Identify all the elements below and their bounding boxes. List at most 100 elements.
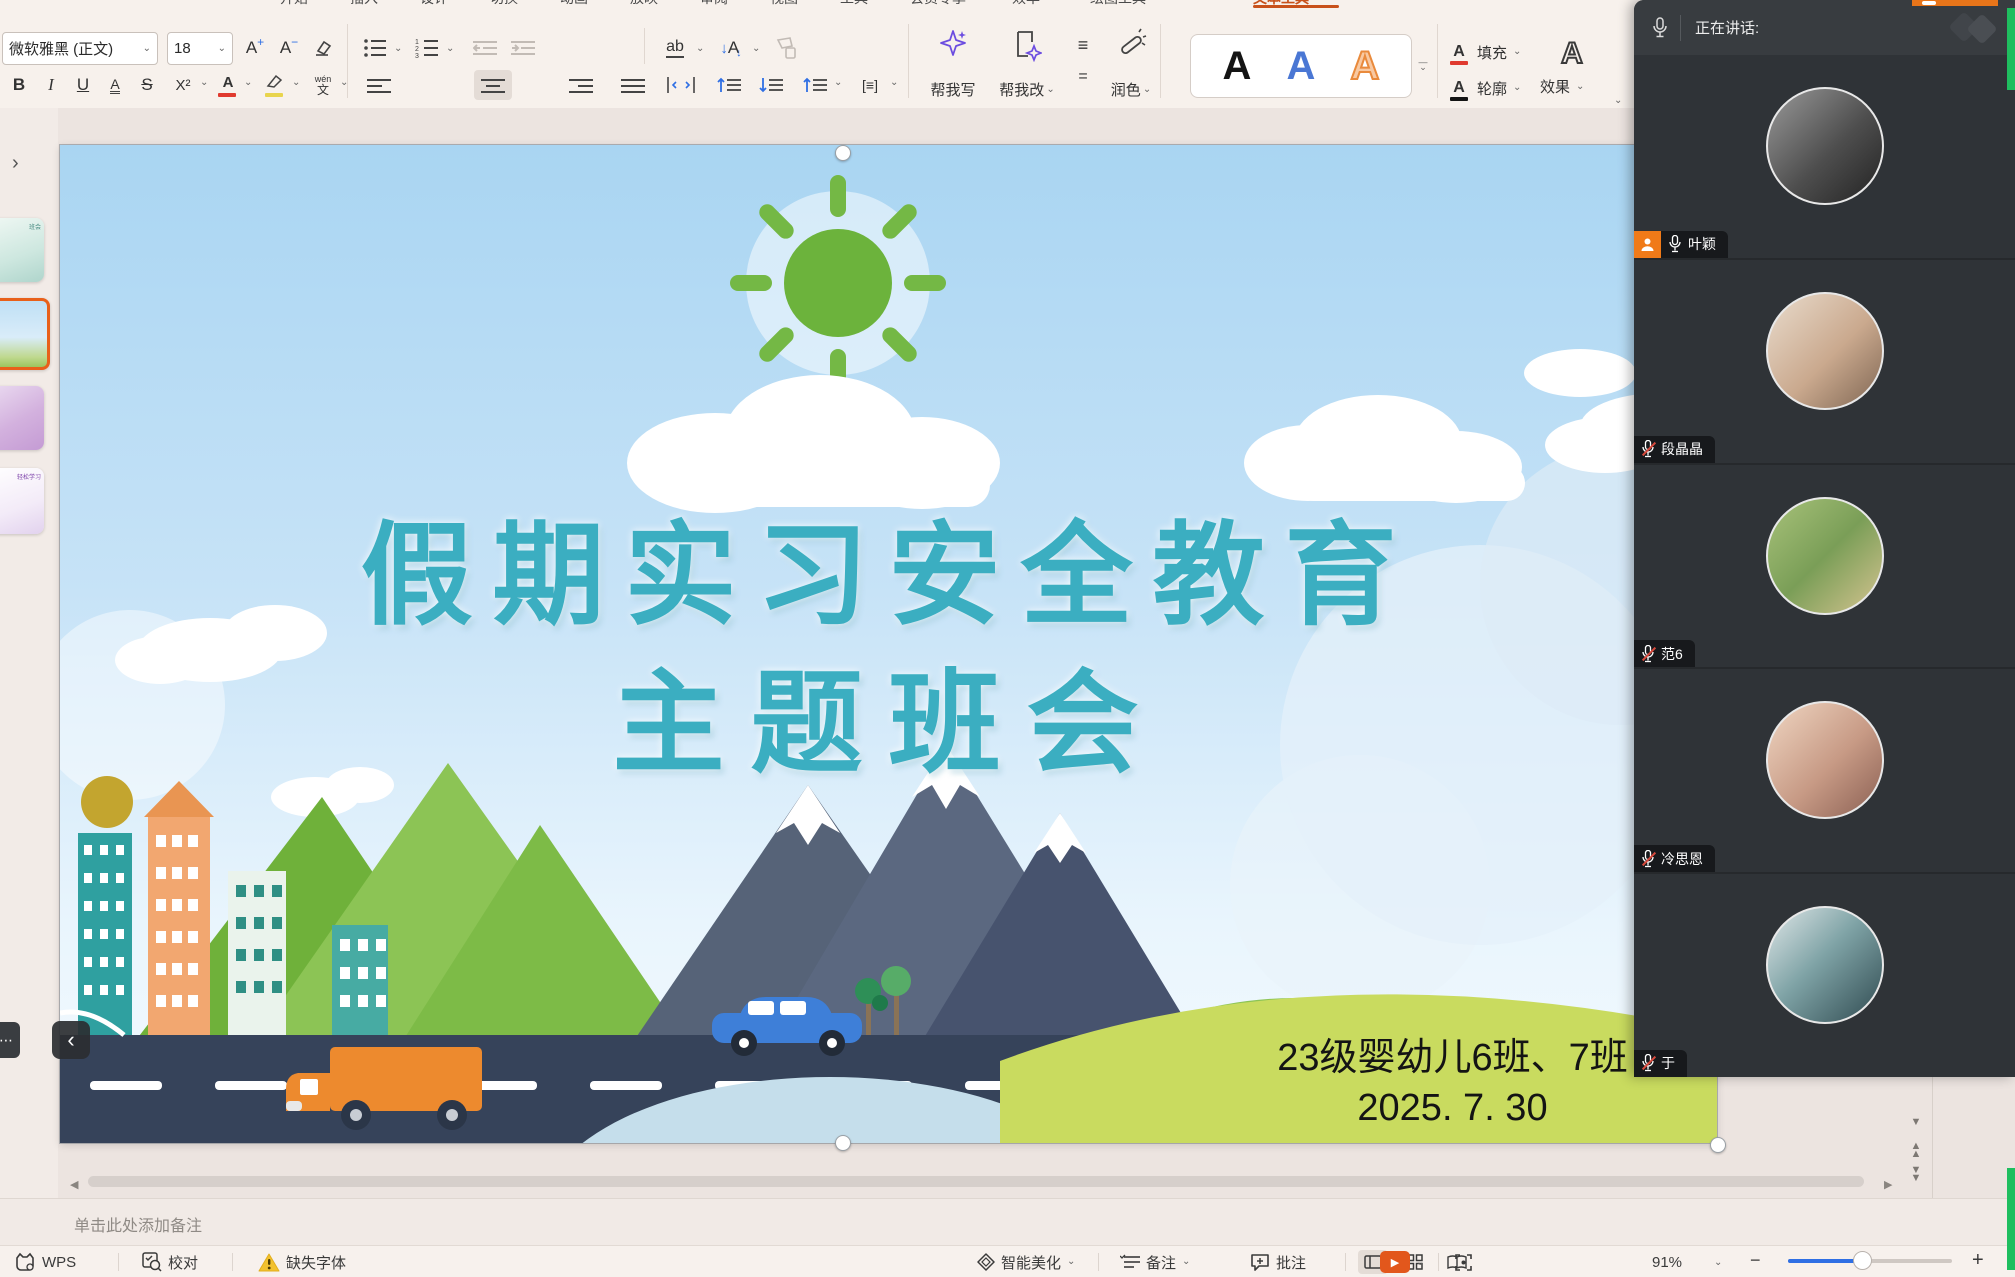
participant-tile[interactable]: 段晶晶 (1634, 258, 2015, 463)
increase-indent-icon[interactable] (508, 32, 538, 64)
more-styles-button[interactable]: —⌄ (1416, 60, 1430, 70)
tab-insert[interactable]: 插入 (350, 0, 378, 8)
text-style-gallery[interactable]: A A A (1190, 34, 1412, 98)
chevron-down-icon[interactable]: ⌄ (200, 78, 208, 88)
zoom-out-button[interactable]: − (1750, 1250, 1761, 1271)
tab-design[interactable]: 设计 (420, 0, 448, 8)
play-slideshow-button[interactable]: ▶ (1380, 1251, 1410, 1273)
style-black-a[interactable]: A (1223, 46, 1252, 86)
play-options-chevron[interactable]: ⌄ (1416, 1258, 1424, 1268)
decrease-font-icon[interactable]: A− (274, 32, 304, 64)
text-effects-button[interactable]: 效果⌄ (1540, 76, 1584, 97)
participant-tile[interactable]: 冷思恩 (1634, 667, 2015, 872)
slide-thumbnail-2-selected[interactable] (0, 298, 50, 370)
justify-icon[interactable] (618, 70, 648, 100)
increase-font-icon[interactable]: A+ (240, 32, 270, 64)
chevron-down-icon[interactable]: ⌄ (340, 78, 348, 88)
chevron-down-icon[interactable]: ⌄ (292, 78, 300, 88)
text-outline-button[interactable]: A 轮廓⌄ (1447, 76, 1521, 100)
strikethrough-button[interactable]: S (134, 70, 160, 100)
slide-canvas[interactable]: 假期实习安全教育 主题班会 23级婴幼儿6班、7班 2025. 7. 30 (60, 145, 1717, 1143)
slide-thumbnail-3[interactable] (0, 386, 44, 450)
tab-transition[interactable]: 切换 (490, 0, 518, 8)
bullet-list-icon[interactable] (360, 32, 390, 64)
zoom-in-button[interactable]: + (1972, 1249, 1984, 1272)
chevron-down-icon[interactable]: ⌄ (446, 44, 454, 54)
zoom-level-display[interactable]: 91% (1652, 1246, 1682, 1277)
decrease-indent-icon[interactable] (470, 32, 500, 64)
hscroll-right-arrow[interactable]: ▶ (1884, 1178, 1892, 1191)
numbered-list-icon[interactable]: 123 (412, 32, 442, 64)
tab-view[interactable]: 视图 (770, 0, 798, 8)
notes-placeholder[interactable]: 单击此处添加备注 (74, 1212, 202, 1236)
tab-slideshow[interactable]: 放映 (630, 0, 658, 8)
smart-beautify-button[interactable]: 智能美化⌄ (977, 1246, 1075, 1277)
paragraph-expand-icon[interactable]: ≡ (1068, 34, 1098, 56)
proofread-button[interactable]: 校对 (142, 1246, 198, 1277)
align-center-icon[interactable] (474, 70, 512, 100)
text-fill-button[interactable]: A 填充⌄ (1447, 40, 1521, 64)
bold-button[interactable]: B (6, 70, 32, 100)
zoom-options-chevron[interactable]: ⌄ (1714, 1258, 1722, 1268)
paragraph-space-decrease-icon[interactable] (756, 70, 786, 100)
style-blue-a[interactable]: A (1287, 46, 1316, 86)
format-painter-icon[interactable] (770, 32, 802, 64)
tab-efficiency[interactable]: 效率 (1012, 0, 1040, 8)
expand-panel-button[interactable]: › (12, 152, 19, 175)
pinyin-guide-icon[interactable]: wén文 (308, 70, 338, 100)
wordart-icon[interactable]: A (1548, 36, 1596, 72)
font-color-icon[interactable]: A (214, 70, 242, 100)
tab-draw-tools[interactable]: 绘图工具 (1090, 0, 1146, 8)
selection-handle-bottom[interactable] (835, 1135, 851, 1151)
hscroll-left-arrow[interactable]: ◀ (70, 1178, 78, 1191)
font-name-combo[interactable]: 微软雅黑 (正文)⌄ (2, 32, 158, 65)
paragraph-collapse-icon[interactable]: = (1068, 66, 1098, 88)
distribute-text-icon[interactable] (664, 70, 698, 100)
fullscreen-button[interactable] (1448, 1250, 1478, 1274)
comment-button[interactable]: 批注 (1250, 1246, 1306, 1277)
slide-title-line2[interactable]: 主题班会 (60, 633, 1717, 795)
text-direction-icon[interactable]: ↓A↓ (714, 32, 748, 64)
ai-write-button[interactable]: 帮我写 (922, 26, 984, 102)
meeting-control-fragment[interactable] (1912, 0, 1998, 6)
slide-title-line1[interactable]: 假期实习安全教育 (60, 485, 1717, 647)
character-spacing-icon[interactable]: ab (658, 32, 692, 64)
collapse-arrow-button[interactable]: ‹ (52, 1021, 90, 1059)
participant-tile[interactable]: 于 (1634, 872, 2015, 1077)
style-orange-a[interactable]: A (1351, 46, 1380, 86)
horizontal-scrollbar-thumb[interactable] (88, 1176, 1864, 1187)
slide-class-and-date[interactable]: 23级婴幼儿6班、7班 2025. 7. 30 (1200, 1033, 1705, 1133)
italic-button[interactable]: I (38, 70, 64, 100)
tab-animation[interactable]: 动画 (560, 0, 588, 8)
chevron-down-icon[interactable]: ⌄ (834, 78, 842, 88)
superscript-button[interactable]: X² (166, 70, 200, 100)
previous-slide-button[interactable]: ▲▲ (1905, 1142, 1927, 1158)
chevron-down-icon[interactable]: ⌄ (752, 44, 760, 54)
clear-format-icon[interactable] (308, 32, 336, 64)
polish-button[interactable]: 润色⌄ (1100, 26, 1162, 102)
font-size-combo[interactable]: 18⌄ (167, 32, 233, 65)
floating-toolbar-collapsed[interactable]: ⋯ (0, 1022, 20, 1058)
align-right-icon[interactable] (566, 70, 596, 100)
paragraph-space-increase-icon[interactable] (714, 70, 744, 100)
tab-tools[interactable]: 工具 (840, 0, 868, 8)
line-spacing-icon[interactable] (800, 70, 830, 100)
zoom-slider-knob[interactable] (1853, 1251, 1872, 1270)
next-slide-button[interactable]: ▼▼ (1905, 1166, 1927, 1182)
participant-tile[interactable]: 范6 (1634, 463, 2015, 668)
tab-member[interactable]: 会员专享 (910, 0, 966, 8)
chevron-down-icon[interactable]: ⌄ (244, 78, 252, 88)
tab-home[interactable]: 开始 (280, 0, 308, 8)
selection-handle-top[interactable] (835, 145, 851, 161)
chevron-down-icon[interactable]: ⌄ (890, 78, 898, 88)
notes-toggle-button[interactable]: 备注⌄ (1120, 1246, 1190, 1277)
character-border-icon[interactable]: A (102, 70, 128, 100)
chevron-down-icon[interactable]: ⌄ (394, 44, 402, 54)
notes-area[interactable]: 单击此处添加备注 (0, 1198, 2015, 1246)
highlight-color-icon[interactable] (260, 70, 290, 100)
slide-thumbnail-4[interactable]: 轻松学习 (0, 468, 44, 534)
wps-assistant-button[interactable]: WPS (14, 1246, 76, 1277)
align-left-icon[interactable] (364, 70, 394, 100)
chevron-down-icon[interactable]: ⌄ (696, 44, 704, 54)
slide-thumbnail-1[interactable]: 班会 (0, 218, 44, 282)
